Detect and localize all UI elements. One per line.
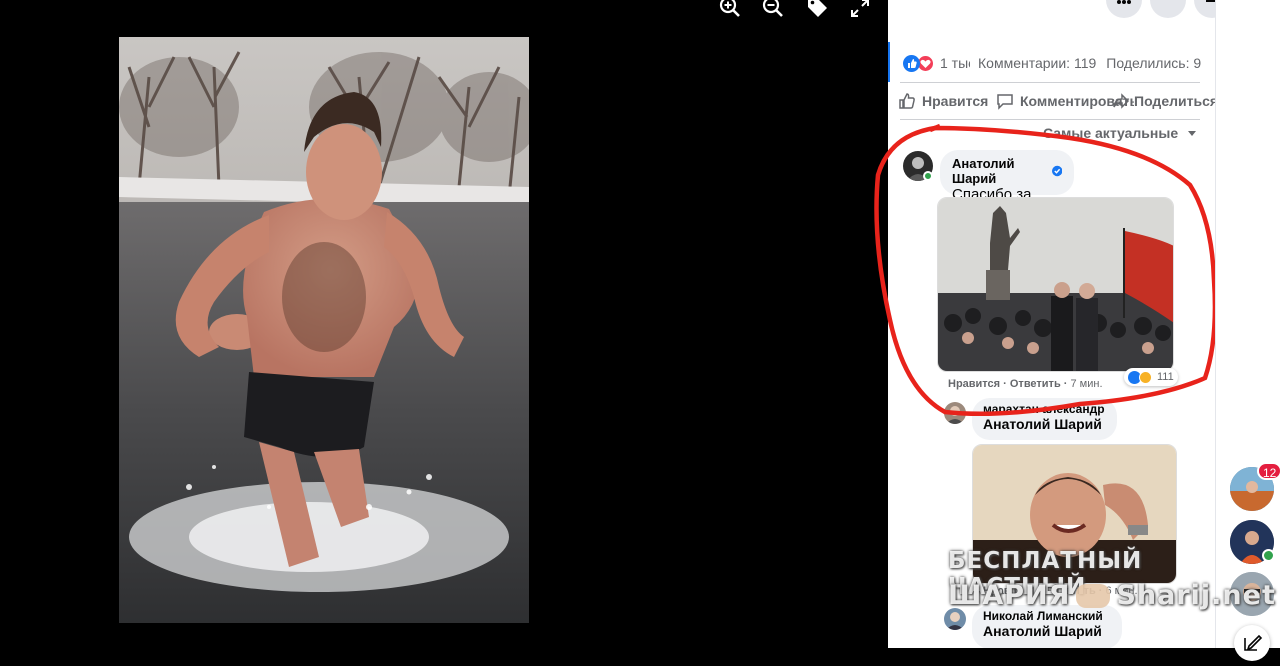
comment-text[interactable]: Анатолий Шарий: [983, 623, 1111, 639]
watermark-line: Sharij.net: [1116, 580, 1276, 611]
verified-badge-icon: [1051, 165, 1062, 177]
thumbs-up-icon: [899, 93, 915, 109]
comment-bubble: Анатолий Шарий Спасибо за Крым: [940, 150, 1074, 220]
watermark-line: ШАРИЯ: [948, 580, 1071, 611]
comment-reaction-count: 111: [1157, 371, 1174, 383]
reactions-count[interactable]: 1 тыс.: [940, 55, 970, 71]
haha-reaction-icon: [1139, 370, 1152, 384]
comment-time[interactable]: 7 мин.: [1071, 378, 1103, 390]
fist-icon: [1076, 583, 1111, 608]
compose-icon: [1244, 634, 1263, 651]
notification-badge: 12: [1257, 462, 1280, 480]
comment-icon: [997, 94, 1013, 110]
divider: [900, 119, 1200, 120]
avatar[interactable]: [944, 608, 966, 630]
post-actions: Нравится Комментировать Поделиться: [888, 86, 1219, 116]
avatar[interactable]: [944, 402, 966, 424]
watermark: ШАРИЯ Sharij.net: [948, 580, 1276, 611]
share-button[interactable]: Поделиться: [1112, 92, 1219, 110]
menu-grid-icon[interactable]: [1106, 0, 1142, 18]
post-stats: 1 тыс. Комментарии: 119 Поделились: 9: [888, 42, 1213, 84]
chevron-down-icon: [1188, 131, 1196, 136]
zoom-in-icon[interactable]: [717, 0, 743, 22]
comment-author[interactable]: Анатолий Шарий: [952, 156, 1048, 186]
online-status-dot: [923, 171, 933, 181]
messenger-icon[interactable]: [1150, 0, 1186, 18]
shares-count[interactable]: Поделились: 9: [1106, 55, 1201, 71]
comment-bubble: марахтан александр Анатолий Шарий: [972, 398, 1117, 440]
like-reaction-icon: [903, 54, 920, 72]
comment-like-link[interactable]: Нравится: [948, 378, 1000, 390]
comment-reactions[interactable]: 111: [1124, 368, 1178, 386]
comment-sort-dropdown[interactable]: Самые актуальные: [1043, 125, 1198, 141]
like-label: Нравится: [922, 93, 989, 109]
comment-image[interactable]: [937, 197, 1174, 372]
comment-bubble: Николай Лиманский Анатолий Шарий: [972, 605, 1122, 648]
share-icon: [1113, 93, 1130, 109]
comment-author[interactable]: марахтан александр: [983, 402, 1106, 416]
divider: [900, 82, 1200, 83]
share-label: Поделиться: [1134, 93, 1219, 109]
new-message-button[interactable]: [1234, 625, 1270, 661]
comment-meta: Нравится · Ответить · 7 мин.: [948, 378, 1103, 390]
comment-reply-link[interactable]: Ответить: [1010, 378, 1061, 390]
comment-author[interactable]: Николай Лиманский: [983, 609, 1111, 623]
photo-viewer: [0, 0, 888, 648]
main-photo: [119, 37, 529, 623]
like-button[interactable]: Нравится: [898, 92, 988, 110]
tag-icon[interactable]: [804, 0, 830, 22]
zoom-out-icon[interactable]: [760, 0, 786, 22]
sort-label: Самые актуальные: [1042, 125, 1179, 141]
comments-count[interactable]: Комментарии: 119: [978, 55, 1096, 71]
comment-text[interactable]: Анатолий Шарий: [983, 416, 1106, 432]
fullscreen-icon[interactable]: [848, 0, 874, 22]
